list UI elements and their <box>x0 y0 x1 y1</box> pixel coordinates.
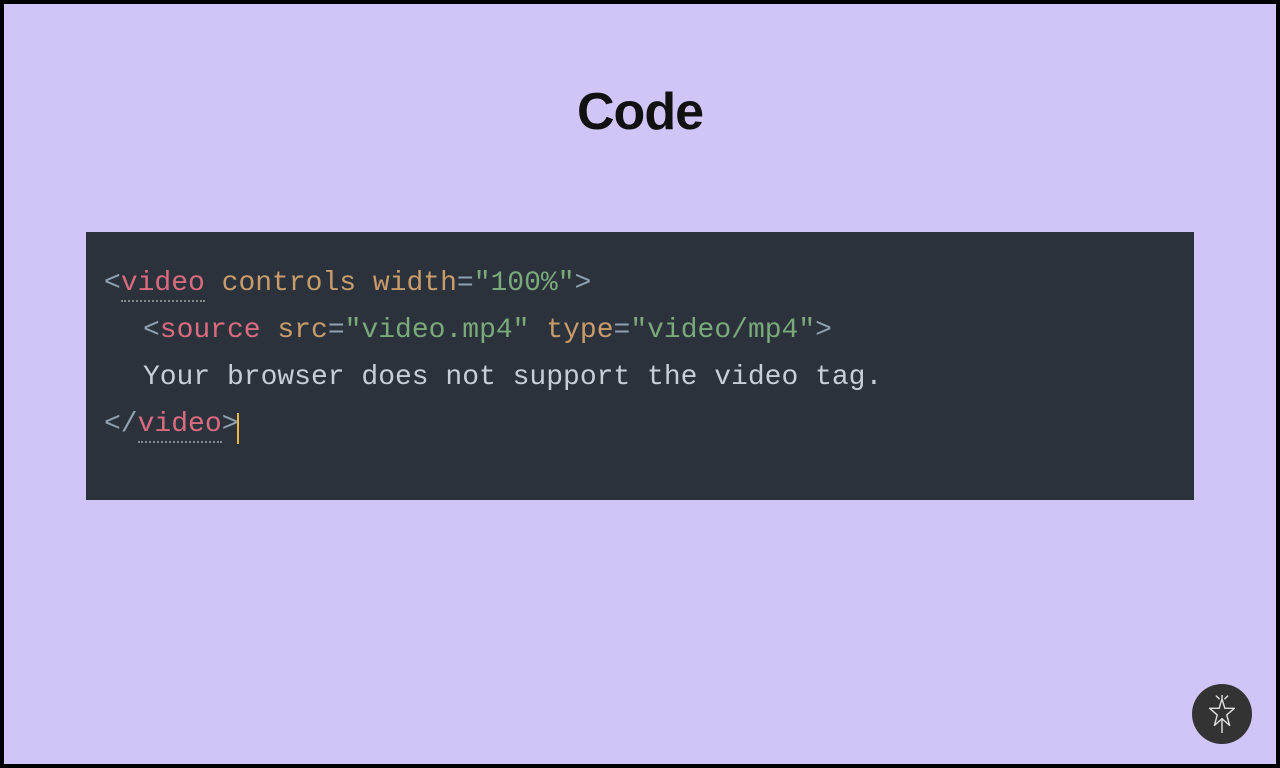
text-cursor <box>237 413 239 444</box>
code-line-4: </video> <box>104 401 1176 448</box>
code-line-2: <source src="video.mp4" type="video/mp4"… <box>104 307 1176 354</box>
slide-title: Code <box>4 82 1276 142</box>
code-line-3: Your browser does not support the video … <box>104 354 1176 401</box>
logo-icon <box>1192 684 1252 744</box>
code-block[interactable]: <video controls width="100%"> <source sr… <box>86 232 1194 500</box>
code-line-1: <video controls width="100%"> <box>104 260 1176 307</box>
